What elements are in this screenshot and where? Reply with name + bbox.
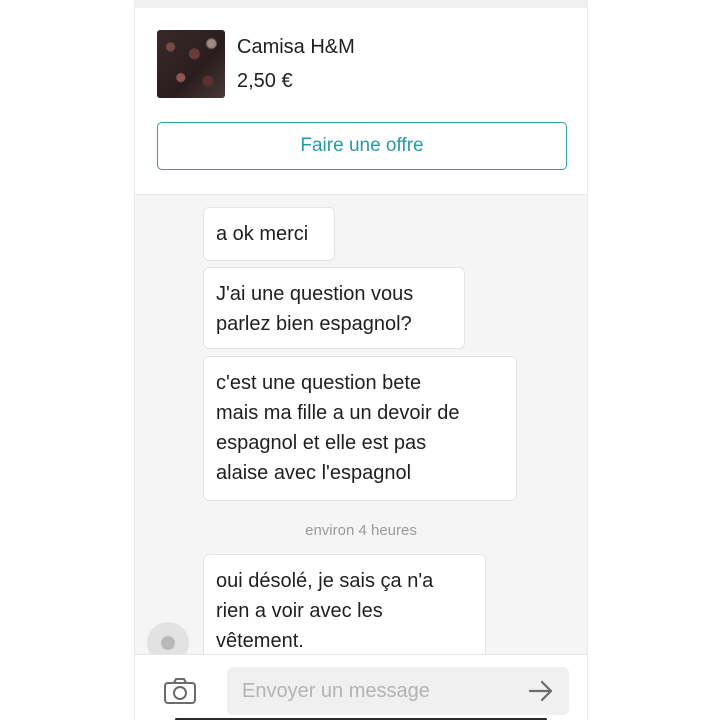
message-bubble: oui désolé, je sais ça n'a rien a voir a… — [203, 554, 486, 664]
message-timestamp: environ 4 heures — [305, 522, 417, 539]
product-price: 2,50 € — [237, 70, 293, 92]
make-offer-button[interactable]: Faire une offre — [157, 122, 567, 170]
product-title[interactable]: Camisa H&M — [237, 36, 355, 59]
arrow-right-icon[interactable] — [527, 679, 555, 703]
camera-icon[interactable] — [163, 677, 197, 705]
chat-screen: Camisa H&M 2,50 € Faire une offre a ok m… — [134, 0, 588, 720]
message-bubble: c'est une question bete mais ma fille a … — [203, 356, 517, 501]
product-thumbnail[interactable] — [157, 30, 225, 98]
message-composer — [135, 654, 587, 720]
message-bubble: J'ai une question vous parlez bien espag… — [203, 267, 465, 349]
message-bubble: a ok merci — [203, 207, 335, 261]
product-header: Camisa H&M 2,50 € Faire une offre — [135, 8, 587, 195]
avatar-placeholder-icon — [161, 636, 175, 650]
top-divider — [135, 0, 587, 8]
message-input[interactable] — [227, 667, 569, 715]
